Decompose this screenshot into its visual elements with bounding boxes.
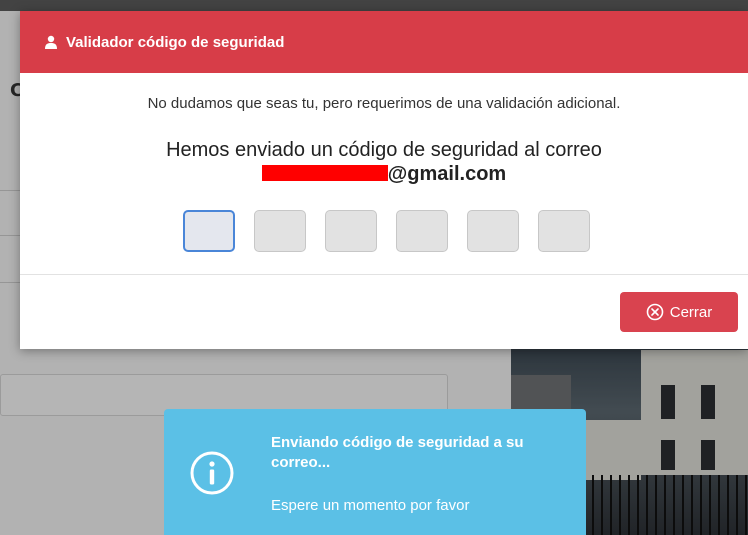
security-code-modal: Validador código de seguridad No dudamos…: [20, 11, 748, 349]
code-digit-5[interactable]: [467, 210, 519, 252]
code-digit-4[interactable]: [396, 210, 448, 252]
modal-title: Validador código de seguridad: [66, 33, 285, 51]
email-redaction: [261, 165, 388, 181]
code-sent-message: Hemos enviado un código de seguridad al …: [20, 138, 748, 186]
modal-footer-divider: [20, 274, 748, 275]
code-input-group: [183, 210, 590, 252]
x-circle-icon: [646, 303, 664, 321]
user-icon: [45, 35, 57, 49]
info-icon: [190, 451, 234, 495]
code-digit-3[interactable]: [325, 210, 377, 252]
code-digit-6[interactable]: [538, 210, 590, 252]
modal-intro-text: No dudamos que seas tu, pero requerimos …: [147, 95, 621, 112]
toast-title: Enviando código de seguridad a su correo…: [271, 434, 524, 471]
email-address: @gmail.com: [20, 162, 748, 186]
code-digit-1[interactable]: [183, 210, 235, 252]
code-digit-2[interactable]: [254, 210, 306, 252]
modal-header: Validador código de seguridad: [20, 11, 748, 73]
email-domain: @gmail.com: [387, 163, 507, 185]
code-sent-text: Hemos enviado un código de seguridad al …: [166, 139, 602, 161]
sending-code-toast: Enviando código de seguridad a su correo…: [164, 409, 586, 535]
toast-message: Espere un momento por favor: [271, 497, 470, 514]
close-button[interactable]: Cerrar: [620, 292, 738, 332]
close-button-label: Cerrar: [669, 303, 713, 321]
